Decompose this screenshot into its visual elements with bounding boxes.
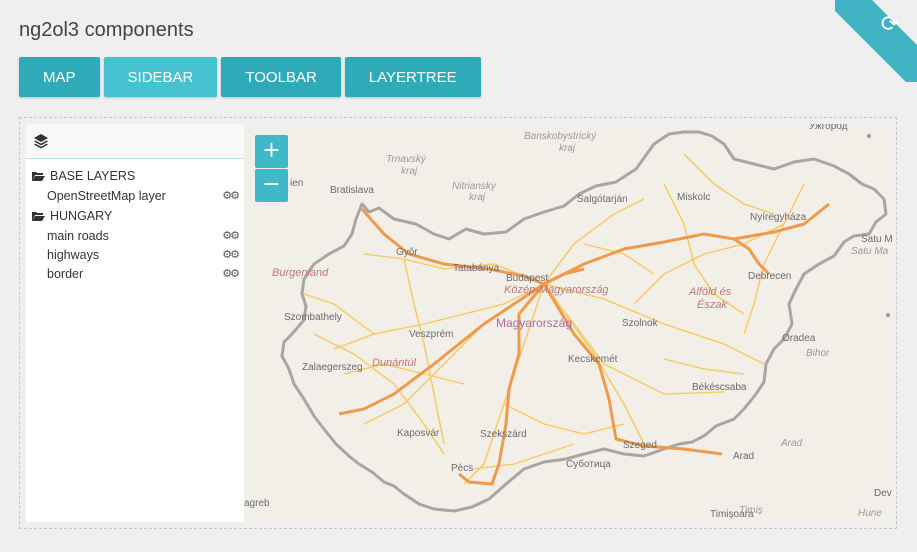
map-label-bratislava: Bratislava: [330, 185, 374, 196]
map-label-oradea: Oradea: [782, 333, 816, 344]
map-label-szombathely: Szombathely: [284, 312, 342, 323]
map-label-veszprem: Veszprém: [409, 329, 453, 340]
map-label-burgenland: Burgenland: [272, 267, 329, 279]
sidebar-header[interactable]: [26, 124, 244, 159]
group-label-hungary: HUNGARY: [50, 208, 113, 223]
demo-container: BASE LAYERS OpenStreetMap layer ⚙⚙ HUNGA…: [19, 117, 897, 529]
map-view[interactable]: Bratislava Banskobystrický kraj Trnavský…: [244, 124, 892, 522]
map-canvas[interactable]: Bratislava Banskobystrický kraj Trnavský…: [244, 124, 892, 522]
map-label-hune: Hune: [858, 508, 882, 519]
ribbon-band: [835, 0, 917, 82]
component-nav: MAP SIDEBAR TOOLBAR LAYERTREE: [19, 57, 481, 97]
map-label-arad: Arad: [733, 451, 754, 462]
map-label-satu-mare: Satu M: [861, 234, 892, 245]
map-label-debrecen: Debrecen: [748, 271, 791, 282]
group-base-layers[interactable]: BASE LAYERS: [32, 165, 244, 186]
map-label-kaposvar: Kaposvár: [397, 428, 440, 439]
map-label-timis: Timiș: [739, 505, 763, 516]
map-label-miskolc: Miskolc: [677, 192, 710, 203]
layer-label-highways: highways: [47, 247, 100, 262]
zoom-in-button[interactable]: +: [255, 135, 288, 168]
map-label-budapest: Budapest: [506, 273, 548, 284]
map-label-pecs: Pécs: [451, 463, 473, 474]
map-label-bekescsaba: Békéscsaba: [692, 382, 747, 393]
layer-item[interactable]: main roads ⚙⚙: [32, 226, 244, 245]
map-label-salgotarjan: Salgótarján: [577, 194, 628, 205]
map-label-dunantul: Dunántúl: [372, 357, 417, 369]
map-label-arad-region: Arad: [780, 438, 803, 449]
map-button[interactable]: MAP: [19, 57, 100, 97]
map-label-subotica: Суботица: [566, 458, 611, 470]
map-label-kraj3: kraj: [469, 192, 486, 203]
layer-item[interactable]: OpenStreetMap layer ⚙⚙: [32, 186, 244, 205]
map-label-kozep: Közép-Magyarország: [504, 284, 609, 296]
cogs-icon[interactable]: ⚙⚙: [222, 248, 240, 261]
layer-item[interactable]: highways ⚙⚙: [32, 245, 244, 264]
group-hungary[interactable]: HUNGARY: [32, 205, 244, 226]
folder-open-icon: [32, 211, 45, 221]
map-label-szolnok: Szolnok: [622, 318, 659, 329]
map-label-nitriansky: Nitriansky: [452, 181, 497, 192]
group-label-base: BASE LAYERS: [50, 168, 136, 183]
cogs-icon[interactable]: ⚙⚙: [222, 267, 240, 280]
map-label-zagreb: agreb: [244, 498, 270, 509]
sidebar-button[interactable]: SIDEBAR: [103, 57, 218, 97]
map-label-wien: ien: [290, 178, 303, 189]
zoom-out-button[interactable]: −: [255, 169, 288, 202]
layer-item[interactable]: border ⚙⚙: [32, 264, 244, 283]
map-label-szeged: Szeged: [623, 440, 657, 451]
sidebar-panel: BASE LAYERS OpenStreetMap layer ⚙⚙ HUNGA…: [26, 124, 245, 522]
layertree-button[interactable]: LAYERTREE: [344, 57, 481, 97]
map-label-dev: Dev: [874, 488, 892, 499]
map-label-szekszard: Szekszárd: [480, 429, 527, 440]
map-label-eszak: Észak: [697, 298, 727, 311]
toolbar-button[interactable]: TOOLBAR: [221, 57, 341, 97]
map-label-kecskemet: Kecskemét: [568, 354, 618, 365]
map-label-uzhgorod: Ужгород: [809, 124, 848, 132]
map-label-kraj2: kraj: [401, 166, 418, 177]
layer-group-hungary: HUNGARY main roads ⚙⚙ highways ⚙⚙ border…: [32, 205, 244, 283]
layer-tree: BASE LAYERS OpenStreetMap layer ⚙⚙ HUNGA…: [26, 159, 244, 283]
layer-label-main-roads: main roads: [47, 228, 109, 243]
layers-icon[interactable]: [33, 133, 49, 149]
map-label-gyor: Győr: [396, 247, 418, 258]
map-label-banskobystricky: Banskobystrický: [524, 131, 597, 142]
map-label-alfold: Alföld és: [688, 286, 732, 298]
layer-group-base: BASE LAYERS OpenStreetMap layer ⚙⚙: [32, 165, 244, 205]
map-label-satu-mare-region: Satu Ma: [851, 246, 889, 257]
refresh-icon[interactable]: ⟳: [877, 12, 903, 38]
map-label-kraj1: kraj: [559, 143, 576, 154]
folder-open-icon: [32, 171, 45, 181]
layer-label-border: border: [47, 266, 84, 281]
map-label-bihor: Bihor: [806, 348, 830, 359]
cogs-icon[interactable]: ⚙⚙: [222, 189, 240, 202]
page-title: ng2ol3 components: [19, 19, 194, 41]
map-label-tatabanya: Tatabánya: [453, 263, 500, 274]
cogs-icon[interactable]: ⚙⚙: [222, 229, 240, 242]
map-label-zalaegerszeg: Zalaegerszeg: [302, 362, 363, 373]
map-label-magyarorszag: Magyarország: [496, 316, 572, 330]
map-label-nyiregyhaza: Nyíregyháza: [750, 212, 807, 223]
layer-label-osm: OpenStreetMap layer: [47, 188, 166, 203]
map-label-trnavsky: Trnavský: [386, 154, 427, 165]
corner-ribbon[interactable]: ⟳: [835, 0, 917, 82]
